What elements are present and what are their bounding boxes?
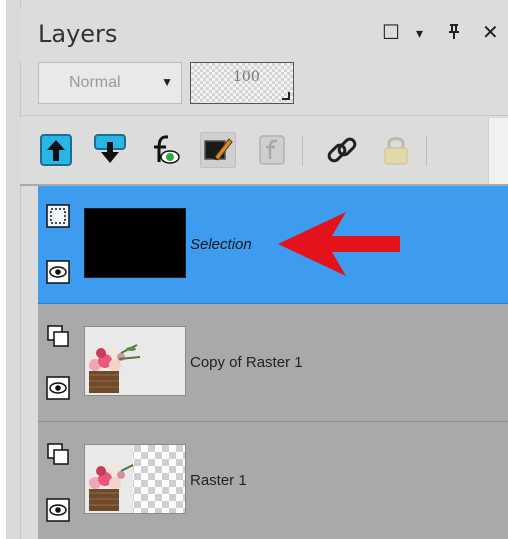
move-layer-up-icon[interactable] [38, 132, 74, 168]
maximize-icon[interactable]: ☐ [382, 22, 400, 44]
eye-icon[interactable] [46, 498, 70, 522]
fx-effects-icon[interactable] [254, 132, 290, 168]
layer-thumbnail [84, 326, 186, 396]
chevron-down-icon: ▼ [161, 75, 173, 89]
toolbar-separator [302, 136, 303, 166]
raster-layer-icon [46, 324, 70, 348]
edit-selection-icon[interactable] [200, 132, 236, 168]
layer-thumbnail [84, 208, 186, 278]
raster-layer-icon [46, 442, 70, 466]
flower-basket-image [85, 327, 185, 395]
layer-thumbnail [84, 444, 186, 514]
layer-name: Selection [190, 236, 252, 253]
opacity-field[interactable]: 100 [190, 62, 294, 104]
layers-panel: Layers ☐ ▾ ✕ Normal ▼ 100 Selection Copy… [0, 0, 508, 539]
resize-corner-icon [282, 92, 290, 100]
close-icon[interactable]: ✕ [482, 22, 499, 44]
blend-mode-dropdown[interactable]: Normal ▼ [38, 62, 182, 104]
divider [20, 115, 508, 116]
layer-row-raster-1[interactable]: Raster 1 [38, 422, 508, 539]
annotation-arrow-icon [278, 212, 400, 276]
dropdown-icon[interactable]: ▾ [416, 22, 423, 44]
blend-mode-value: Normal [69, 74, 121, 91]
pin-icon[interactable] [446, 23, 462, 48]
lock-icon[interactable] [378, 132, 414, 168]
flower-basket-image [85, 445, 134, 513]
eye-icon[interactable] [46, 376, 70, 400]
opacity-value: 100 [233, 69, 260, 85]
link-icon[interactable] [324, 132, 360, 168]
layer-name: Raster 1 [190, 472, 247, 489]
layers-toolbar: ▼ [20, 118, 508, 184]
move-layer-down-icon[interactable] [92, 132, 128, 168]
layer-row-copy-of-raster-1[interactable]: Copy of Raster 1 [38, 304, 508, 422]
layer-name: Copy of Raster 1 [190, 354, 303, 371]
panel-titlebar: Layers ☐ ▾ ✕ [20, 8, 508, 60]
panel-left-gutter [6, 0, 21, 539]
eye-icon[interactable] [46, 260, 70, 284]
layer-properties-icon[interactable] [146, 132, 182, 168]
toolbar-separator [426, 136, 427, 166]
panel-title: Layers [38, 20, 118, 48]
toolbar-overflow-button[interactable]: ▼ [488, 118, 508, 184]
selection-layer-icon [46, 204, 70, 228]
